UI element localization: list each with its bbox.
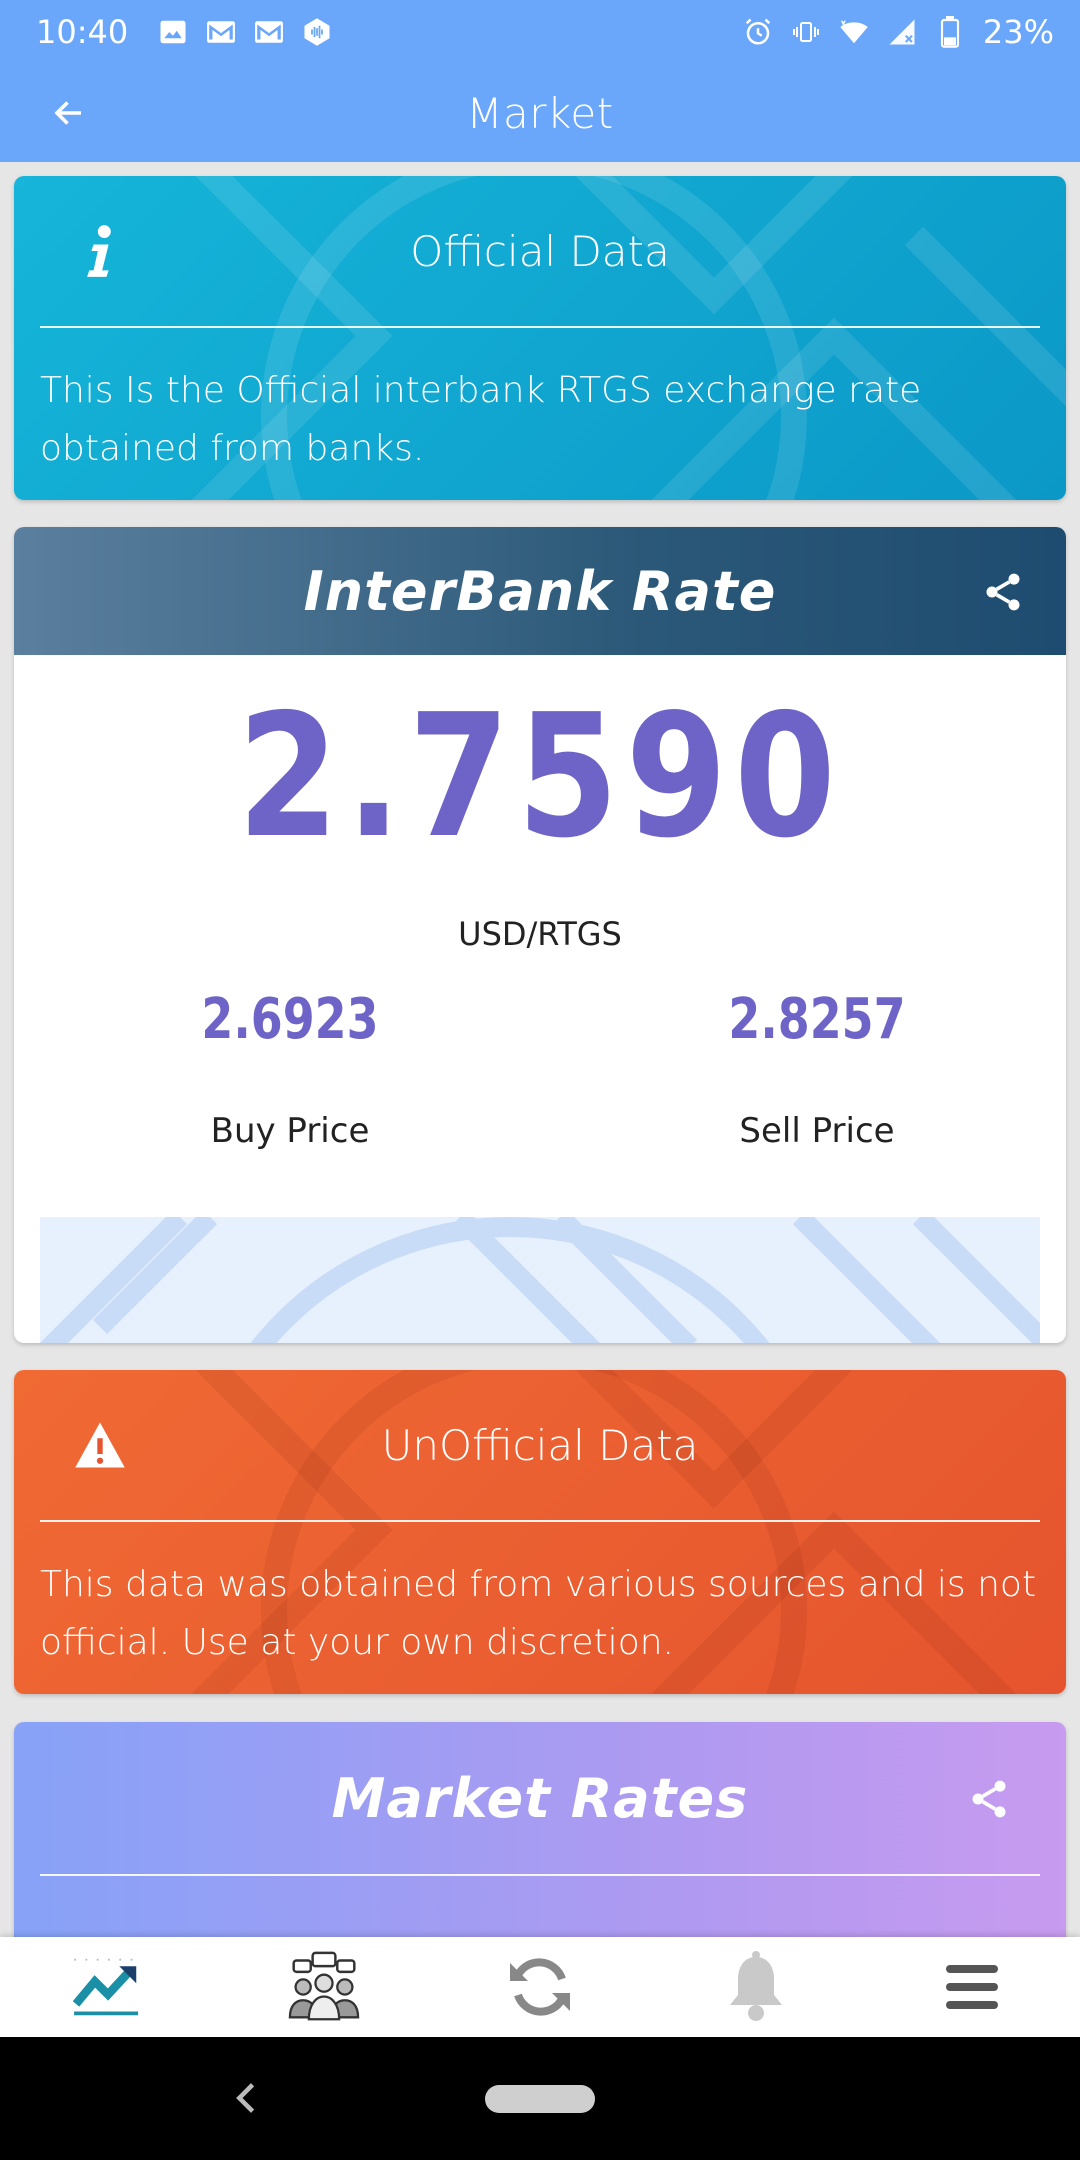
share-button[interactable] [978,567,1028,617]
signal-icon [887,17,917,47]
nav-menu[interactable] [912,1942,1032,2032]
back-button[interactable] [44,88,94,138]
share-icon [972,1780,1006,1818]
alarm-icon [743,17,773,47]
gmail-icon [254,17,284,47]
rate-card-footer-pattern [40,1217,1040,1343]
market-rates-card: Market Rates [14,1722,1066,1937]
system-navigation-bar [0,2037,1080,2160]
market-rates-title: Market Rates [331,1766,749,1830]
photo-icon [158,17,188,47]
battery-percent: 23% [982,13,1054,51]
page-title: Market [466,88,614,138]
vibrate-icon [791,17,821,47]
divider [40,1874,1040,1876]
buy-price-value: 2.6923 [201,987,379,1052]
app-bar: Market [0,64,1080,162]
official-data-title: Official Data [410,226,670,276]
official-data-card: Official Data This Is the Official inter… [14,176,1066,500]
system-back-button[interactable] [220,2073,270,2123]
bell-icon [730,1951,782,2021]
system-home-button[interactable] [485,2084,595,2113]
menu-icon [946,1965,998,2009]
share-button[interactable] [964,1774,1014,1824]
share-icon [986,573,1020,611]
warning-icon [70,1415,130,1475]
status-bar: 10:40 23% [0,0,1080,64]
sell-price-value: 2.8257 [728,987,906,1052]
battery-icon [935,16,965,48]
nav-notifications[interactable] [696,1942,816,2032]
refresh-icon [510,1958,570,2016]
unofficial-data-card: UnOfficial Data This data was obtained f… [14,1370,1066,1694]
wifi-icon [839,17,869,47]
official-data-text: This Is the Official interbank RTGS exch… [40,370,922,469]
interbank-rate-card: InterBank Rate 2.7590 USD/RTGS 2.6923 2.… [14,527,1066,1343]
nav-community[interactable] [264,1942,384,2032]
interbank-rate-title: InterBank Rate [303,559,777,623]
podcast-icon [302,17,332,47]
unofficial-data-text: This data was obtained from various sour… [40,1564,1037,1663]
gmail-icon [206,17,236,47]
unofficial-data-title: UnOfficial Data [381,1420,699,1470]
currency-pair: USD/RTGS [458,915,622,953]
interbank-rate-header: InterBank Rate [14,527,1066,655]
chevron-left-icon [236,2083,255,2113]
status-time: 10:40 [36,13,129,51]
buy-price-label: Buy Price [210,1111,370,1151]
bottom-navigation [0,1937,1080,2037]
content-scroll[interactable]: Official Data This Is the Official inter… [0,162,1080,1937]
nav-refresh[interactable] [480,1942,600,2032]
market-chart-icon [72,1958,139,2016]
nav-market[interactable] [48,1942,168,2032]
interbank-rate-value: 2.7590 [237,678,843,876]
sell-price-label: Sell Price [739,1111,895,1151]
community-icon [288,1951,360,2021]
info-icon [70,221,130,281]
arrow-left-icon [54,101,81,125]
